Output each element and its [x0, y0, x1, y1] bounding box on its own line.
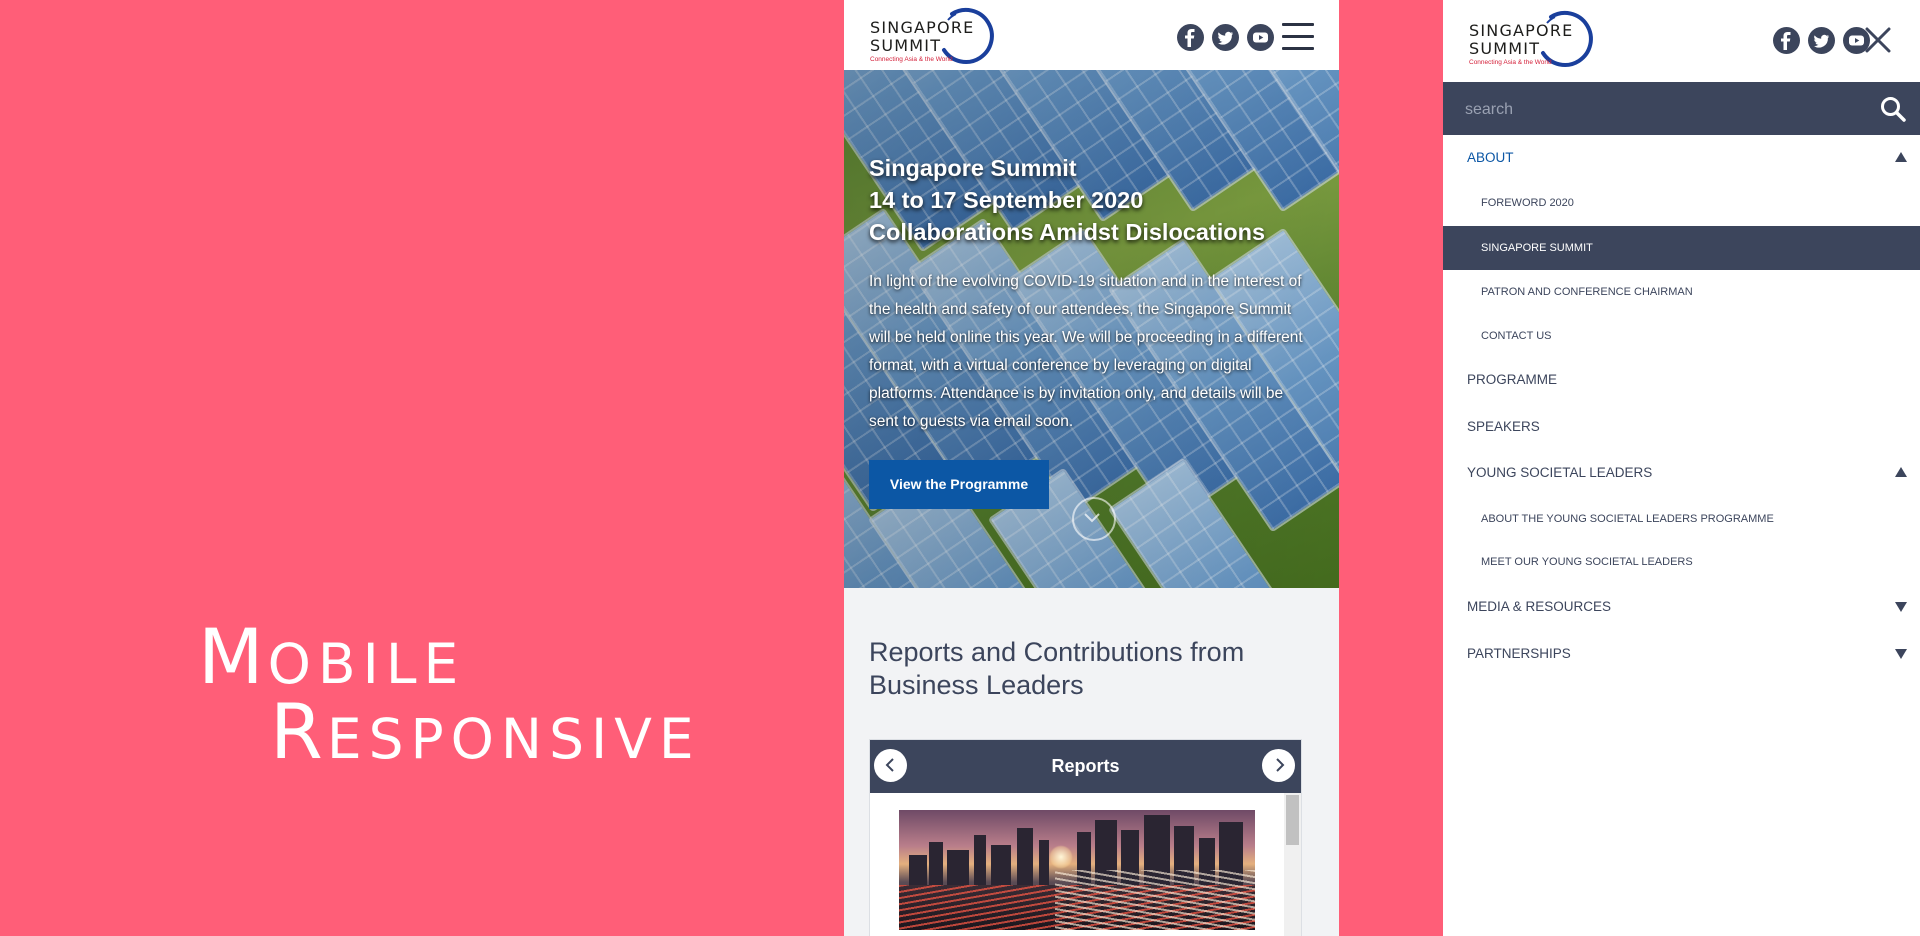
menu-item-label: FOREWORD 2020 — [1481, 197, 1574, 209]
menu-item-partnerships[interactable]: PARTNERSHIPS — [1443, 632, 1920, 676]
logo-tagline: Connecting Asia & the World — [1469, 59, 1552, 66]
menu-item-label: YOUNG SOCIETAL LEADERS — [1467, 465, 1653, 480]
menu-item-label: MEET OUR YOUNG SOCIETAL LEADERS — [1481, 556, 1693, 568]
logo-line2: SUMMIT — [870, 36, 942, 55]
view-programme-button[interactable]: View the Programme — [869, 460, 1049, 509]
headline-responsive: Responsive — [270, 694, 701, 774]
menu-item-label: PATRON AND CONFERENCE CHAIRMAN — [1481, 286, 1693, 298]
menu-item-label: CONTACT US — [1481, 330, 1552, 342]
menu-item-programme[interactable]: PROGRAMME — [1443, 358, 1920, 402]
search-input[interactable] — [1463, 95, 1857, 124]
headline-mobile-cap: M — [198, 612, 268, 701]
headline-responsive-cap: R — [270, 687, 327, 776]
menu-item-label: PARTNERSHIPS — [1467, 646, 1571, 661]
facebook-icon[interactable] — [1773, 27, 1800, 54]
twitter-icon[interactable] — [1808, 27, 1835, 54]
menu-item-about[interactable]: ABOUT — [1443, 136, 1920, 180]
twitter-icon[interactable] — [1212, 24, 1239, 51]
logo-line1: SINGAPORE — [870, 18, 975, 37]
hero-body-text: In light of the evolving COVID-19 situat… — [869, 273, 1303, 430]
reports-carousel-title: Reports — [1051, 756, 1120, 776]
menu-item-foreword-2020[interactable]: FOREWORD 2020 — [1443, 181, 1920, 225]
facebook-icon[interactable] — [1177, 24, 1204, 51]
hero-banner: Singapore Summit 14 to 17 September 2020… — [844, 70, 1339, 588]
caret-up-icon[interactable] — [1895, 152, 1907, 162]
hero-title-line: Singapore Summit — [869, 155, 1077, 181]
headline-responsive-rest: esponsive — [326, 707, 701, 771]
caret-up-icon[interactable] — [1895, 467, 1907, 477]
menu-item-label: PROGRAMME — [1467, 372, 1558, 387]
logo-line2: SUMMIT — [1469, 39, 1541, 58]
site-header: SINGAPORE SUMMIT Connecting Asia & the W… — [844, 0, 1339, 70]
logo-line1: SINGAPORE — [1469, 21, 1574, 40]
reports-heading: Reports and Contributions from Business … — [869, 637, 1245, 700]
menu-item-speakers[interactable]: SPEAKERS — [1443, 405, 1920, 449]
menu-item-young-societal-leaders[interactable]: YOUNG SOCIETAL LEADERS — [1443, 451, 1920, 495]
menu-item-label: SINGAPORE SUMMIT — [1481, 242, 1593, 254]
menu-item-media-resources[interactable]: MEDIA & RESOURCES — [1443, 585, 1920, 629]
headline-mobile: Mobile — [198, 619, 465, 699]
hero-title: Singapore Summit 14 to 17 September 2020… — [869, 152, 1319, 248]
carousel-next-button[interactable] — [1262, 749, 1295, 782]
search-icon[interactable] — [1880, 96, 1906, 122]
hero-title-line: 14 to 17 September 2020 — [869, 187, 1144, 213]
menu-item-meet-ysl[interactable]: MEET OUR YOUNG SOCIETAL LEADERS — [1443, 540, 1920, 584]
reports-carousel-header: Reports — [870, 740, 1301, 793]
carousel-prev-button[interactable] — [874, 749, 907, 782]
menu-item-label: ABOUT — [1467, 150, 1514, 165]
close-icon[interactable] — [1865, 27, 1891, 53]
menu-item-label: ABOUT THE YOUNG SOCIETAL LEADERS PROGRAM… — [1481, 513, 1774, 525]
phone-menu-open: SINGAPORE SUMMIT Connecting Asia & the W… — [1443, 0, 1920, 936]
caret-down-icon[interactable] — [1895, 602, 1907, 612]
reports-carousel: Reports — [869, 739, 1302, 936]
menu-item-singapore-summit[interactable]: SINGAPORE SUMMIT — [1443, 226, 1920, 270]
hero-title-line: Collaborations Amidst Dislocations — [869, 219, 1266, 245]
menu-item-about-ysl-programme[interactable]: ABOUT THE YOUNG SOCIETAL LEADERS PROGRAM… — [1443, 497, 1920, 541]
phone-homepage: SINGAPORE SUMMIT Connecting Asia & the W… — [844, 0, 1339, 936]
caret-down-icon[interactable] — [1895, 649, 1907, 659]
chevron-left-icon — [885, 758, 894, 772]
menu-item-contact-us[interactable]: CONTACT US — [1443, 314, 1920, 358]
youtube-icon[interactable] — [1247, 24, 1274, 51]
carousel-scrollbar[interactable] — [1284, 793, 1301, 936]
menu-item-patron-chairman[interactable]: PATRON AND CONFERENCE CHAIRMAN — [1443, 270, 1920, 314]
logo-tagline: Connecting Asia & the World — [870, 56, 953, 63]
menu-item-label: SPEAKERS — [1467, 419, 1540, 434]
menu-item-label: MEDIA & RESOURCES — [1467, 599, 1612, 614]
report-thumbnail[interactable] — [899, 810, 1255, 930]
hamburger-menu-icon[interactable] — [1282, 23, 1314, 51]
site-logo[interactable]: SINGAPORE SUMMIT Connecting Asia & the W… — [1469, 9, 1605, 71]
search-bar — [1443, 82, 1920, 135]
site-logo[interactable]: SINGAPORE SUMMIT Connecting Asia & the W… — [870, 6, 1006, 68]
chevron-right-icon — [1276, 758, 1285, 772]
scroll-down-icon[interactable] — [1072, 497, 1116, 541]
